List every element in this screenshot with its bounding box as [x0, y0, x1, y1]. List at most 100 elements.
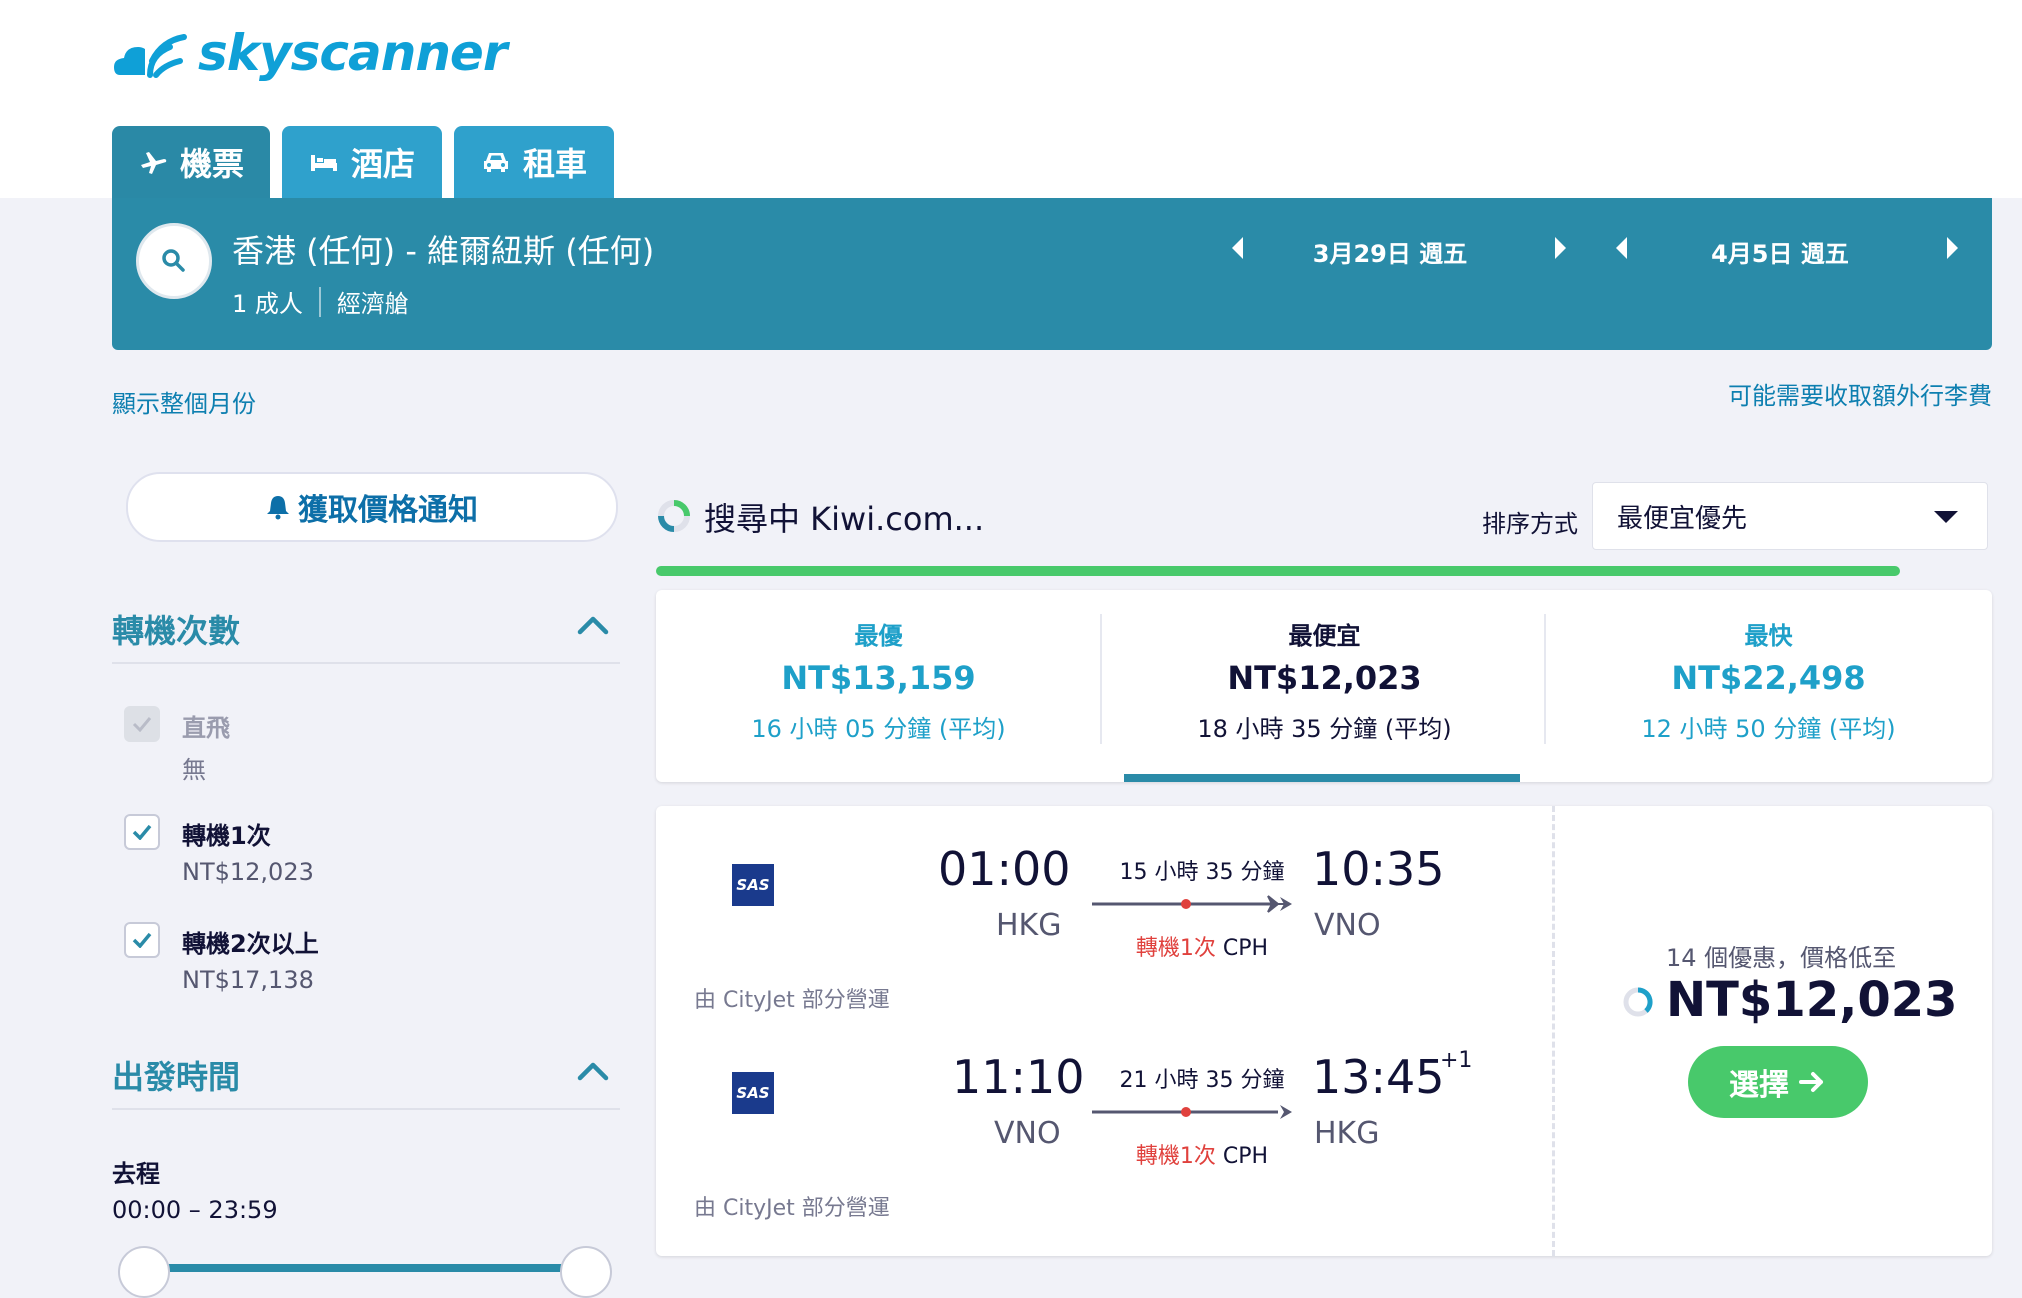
- time-slider-track[interactable]: [142, 1264, 588, 1272]
- leg2-day-offset: +1: [1440, 1048, 1473, 1073]
- one-stop-price: NT$12,023: [182, 858, 314, 886]
- return-date-prev-button[interactable]: [1606, 228, 1636, 268]
- checkmark-icon: [132, 824, 152, 840]
- leg2-arrive-time: 13:45: [1312, 1050, 1445, 1104]
- route-text[interactable]: 香港 (任何) - 維爾紐斯 (任何): [232, 226, 654, 272]
- tab-fastest-duration: 12 小時 50 分鐘 (平均): [1641, 715, 1896, 743]
- sort-select[interactable]: 最便宜優先: [1592, 482, 1988, 550]
- two-plus-stops-checkbox[interactable]: [124, 922, 160, 958]
- price-alert-label: 獲取價格通知: [298, 493, 478, 528]
- leg2-route-line: [1092, 1105, 1292, 1119]
- loading-status-text: 搜尋中 Kiwi.com...: [704, 500, 985, 538]
- search-progress-bar: [656, 566, 1900, 576]
- leg1-route-line: [1092, 895, 1292, 913]
- time-slider-start-handle[interactable]: [118, 1246, 170, 1298]
- direct-checkbox[interactable]: [124, 706, 160, 742]
- tab-cheapest-price: NT$12,023: [1227, 659, 1422, 697]
- checkmark-icon: [132, 717, 152, 732]
- tab-best-duration: 16 小時 05 分鐘 (平均): [751, 715, 1006, 743]
- passengers-text: 1 成人: [232, 290, 303, 318]
- depart-date-next-button[interactable]: [1546, 228, 1576, 268]
- leg1-depart-time: 01:00: [938, 842, 1071, 896]
- caret-right-icon: [1947, 237, 1958, 259]
- leg1-stops-via: CPH: [1222, 936, 1269, 961]
- leg1-arrive-airport: VNO: [1314, 908, 1381, 943]
- caret-right-icon: [1555, 237, 1566, 259]
- search-summary-bar[interactable]: 香港 (任何) - 維爾紐斯 (任何) 1 成人 經濟艙 3月29日 週五 4月…: [112, 198, 1992, 350]
- summary-tabs: 最優 NT$13,159 16 小時 05 分鐘 (平均) 最便宜 NT$12,…: [656, 590, 1992, 782]
- cabin-text: 經濟艙: [336, 290, 409, 318]
- leg2-depart-airport: VNO: [994, 1116, 1061, 1151]
- tab-car-hire-label: 租車: [522, 145, 587, 183]
- checkmark-icon: [132, 932, 152, 948]
- select-button-label: 選擇: [1729, 1068, 1789, 1103]
- deals-count-text: 14 個優惠，價格低至: [1666, 944, 1897, 972]
- tab-car-hire[interactable]: 租車: [454, 126, 614, 198]
- depart-time-collapse-toggle[interactable]: [576, 1060, 610, 1086]
- baggage-fees-link[interactable]: 可能需要收取額外行李費: [1728, 376, 1992, 411]
- active-tab-indicator: [1124, 774, 1520, 782]
- caret-left-icon: [1616, 237, 1627, 259]
- leg1-arrive-time: 10:35: [1312, 842, 1445, 896]
- depart-date[interactable]: 3月29日 週五: [1270, 234, 1510, 269]
- tab-hotels[interactable]: 酒店: [282, 126, 442, 198]
- outbound-time-range: 00:00 – 23:59: [112, 1196, 278, 1224]
- arrow-right-icon: [1799, 1072, 1823, 1092]
- depart-date-prev-button[interactable]: [1222, 228, 1252, 268]
- chevron-up-icon: [577, 1062, 609, 1081]
- tab-cheapest-duration: 18 小時 35 分鐘 (平均): [1197, 715, 1452, 743]
- leg2-stops-count: 轉機1次: [1135, 1144, 1216, 1169]
- caret-left-icon: [1232, 237, 1243, 259]
- select-flight-button[interactable]: 選擇: [1688, 1046, 1868, 1118]
- passenger-cabin-info[interactable]: 1 成人 經濟艙: [232, 284, 409, 319]
- outbound-label: 去程: [112, 1160, 160, 1188]
- loading-spinner-icon: [656, 498, 692, 538]
- search-icon: [162, 249, 185, 272]
- direct-label: 直飛: [182, 714, 230, 742]
- depart-time-section-title: 出發時間: [112, 1058, 241, 1096]
- car-icon: [483, 153, 508, 172]
- show-whole-month-link[interactable]: 顯示整個月份: [112, 384, 256, 419]
- result-price: NT$12,023: [1666, 972, 1958, 1028]
- leg2-stops-via: CPH: [1222, 1144, 1269, 1169]
- two-plus-stops-label: 轉機2次以上: [182, 930, 319, 958]
- cloud-logo-icon: [114, 34, 187, 78]
- leg2-depart-time: 11:10: [952, 1050, 1085, 1104]
- price-alert-button[interactable]: 獲取價格通知: [126, 472, 618, 542]
- time-slider-end-handle[interactable]: [560, 1246, 612, 1298]
- search-button[interactable]: [136, 223, 212, 299]
- loading-spinner-icon: [1623, 987, 1653, 1017]
- direct-price: 無: [182, 756, 206, 784]
- tab-fastest[interactable]: 最快 NT$22,498 12 小時 50 分鐘 (平均): [1546, 590, 1991, 782]
- one-stop-checkbox[interactable]: [124, 814, 160, 850]
- sort-select-value: 最便宜優先: [1617, 503, 1748, 534]
- sas-airline-logo: SAS: [732, 864, 774, 906]
- sas-airline-logo: SAS: [732, 1072, 774, 1114]
- chevron-up-icon: [577, 616, 609, 635]
- tab-best-price: NT$13,159: [781, 659, 976, 697]
- leg2-operated-by: 由 CityJet 部分營運: [694, 1196, 890, 1221]
- logo-wordmark: skyscanner: [198, 24, 508, 82]
- leg1-stops: 轉機1次 CPH: [1102, 930, 1302, 962]
- tab-best-title: 最優: [854, 622, 903, 650]
- tab-cheapest[interactable]: 最便宜 NT$12,023 18 小時 35 分鐘 (平均): [1102, 590, 1547, 782]
- two-plus-stops-price: NT$17,138: [182, 966, 314, 994]
- result-card[interactable]: SAS 01:00 HKG 15 小時 35 分鐘 轉機1次 CPH 10:35…: [656, 806, 1992, 1256]
- caret-down-icon: [1934, 511, 1958, 523]
- sort-label: 排序方式: [1482, 510, 1578, 538]
- tab-fastest-price: NT$22,498: [1671, 659, 1866, 697]
- tab-best[interactable]: 最優 NT$13,159 16 小時 05 分鐘 (平均): [656, 590, 1101, 782]
- tab-flights[interactable]: 機票: [112, 126, 270, 198]
- leg2-arrive-airport: HKG: [1314, 1116, 1380, 1151]
- stops-collapse-toggle[interactable]: [576, 614, 610, 640]
- return-date[interactable]: 4月5日 週五: [1660, 234, 1900, 269]
- return-date-next-button[interactable]: [1938, 228, 1968, 268]
- plane-icon: [140, 152, 167, 174]
- tab-hotels-label: 酒店: [350, 145, 415, 183]
- tab-fastest-title: 最快: [1744, 622, 1793, 650]
- skyscanner-logo[interactable]: skyscanner: [112, 18, 508, 88]
- card-divider: [1552, 806, 1555, 1256]
- leg1-depart-airport: HKG: [996, 908, 1062, 943]
- bed-icon: [310, 155, 337, 171]
- section-divider: [112, 1108, 620, 1110]
